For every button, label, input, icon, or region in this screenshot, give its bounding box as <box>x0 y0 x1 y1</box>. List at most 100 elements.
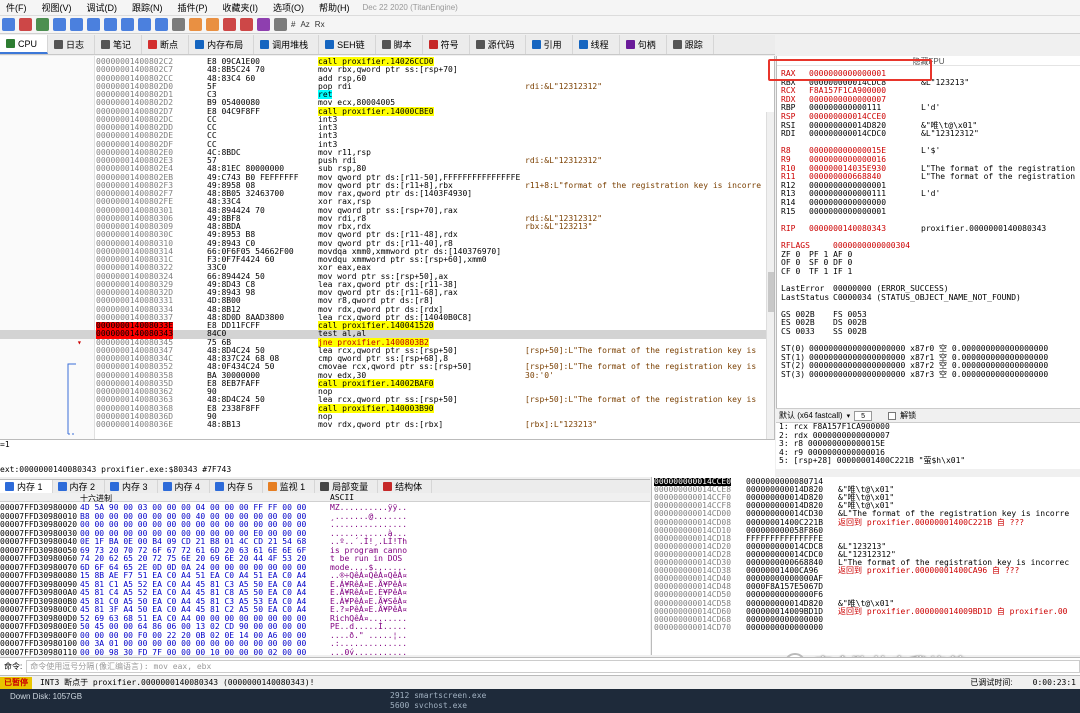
command-input[interactable]: 命令使用逗号分隔(像汇编语言): mov eax, ebx <box>26 660 1080 673</box>
dump-tab-icon <box>5 482 14 491</box>
menu-item[interactable]: 跟踪(N) <box>126 1 172 14</box>
register-row[interactable]: R15 0000000000000001 <box>781 207 921 216</box>
menu-item[interactable]: 选项(O) <box>267 1 313 14</box>
close-icon[interactable] <box>36 18 49 31</box>
toolbar: # Az Rx <box>0 16 1080 34</box>
arg-count-spinner[interactable]: 5 <box>854 410 873 421</box>
cpu-icon <box>6 39 15 48</box>
trace-into-icon[interactable] <box>138 18 151 31</box>
tab-breakpoint[interactable]: 断点 <box>142 35 190 54</box>
tab-notes[interactable]: 笔记 <box>95 35 143 54</box>
run-icon[interactable] <box>53 18 66 31</box>
tab-log[interactable]: 日志 <box>48 35 96 54</box>
step-into-icon[interactable] <box>87 18 100 31</box>
stack-comment: 返回到 proxifier.000000014009BD1D 自 proxifi… <box>838 606 1068 616</box>
register-name: ST(3) <box>781 370 806 379</box>
register-value[interactable]: 0000000140080343 <box>809 224 921 233</box>
register-row[interactable]: RIP 0000000140080343 proxifier.00000001400… <box>781 224 1046 233</box>
unlock-checkbox[interactable] <box>888 411 897 420</box>
dump-tab[interactable]: 内存 5 <box>210 480 263 493</box>
memory-dump-view[interactable]: 十六进制 ASCII 00007FFD30980000 4D 5A 90 00 0… <box>0 493 650 655</box>
register-value[interactable]: 000000000014CDC0 <box>809 129 921 138</box>
dropdown-arrow-icon[interactable]: ▾ <box>847 412 851 420</box>
toolbar-text-button[interactable]: # <box>291 20 295 29</box>
dump-tab[interactable]: 内存 1 <box>0 480 53 493</box>
register-value[interactable]: 00000000000000000000 x87r3 空 0.000000000… <box>809 370 1048 379</box>
tab-call-stack[interactable]: 调用堆栈 <box>254 35 320 54</box>
register-row[interactable]: CF 0 TF 1 IF 1 <box>781 267 921 276</box>
toolbar-text-button[interactable]: Az <box>300 20 309 29</box>
registers-panel[interactable]: 隐藏FPU RAX 0000000000000001 RBX 000000000014… <box>776 56 1080 408</box>
step-over-icon[interactable] <box>104 18 117 31</box>
menu-item[interactable]: 视图(V) <box>36 1 81 14</box>
tab-references[interactable]: 引用 <box>526 35 573 54</box>
info-panel: =1 ext:0000000140080343 proxifier.exe:$8… <box>0 439 775 477</box>
dump-tab-icon <box>215 482 225 491</box>
bookmark-icon[interactable] <box>240 18 253 31</box>
register-row[interactable]: CS 0033 SS 002B <box>781 327 867 336</box>
script-icon <box>381 40 391 49</box>
tab-cpu[interactable]: CPU <box>0 35 49 54</box>
register-name: LastStatus <box>781 292 830 302</box>
register-comment: &L"12312312" <box>921 129 979 139</box>
function-icon[interactable] <box>257 18 270 31</box>
menu-item[interactable]: 插件(P) <box>172 1 217 14</box>
menu-item[interactable]: 调试(D) <box>81 1 127 14</box>
stack-view[interactable]: 000000000014CCE0 0000000000080714 00000000… <box>651 477 1080 655</box>
dump-tab[interactable]: 局部变量 <box>315 480 379 493</box>
restart-icon[interactable] <box>19 18 32 31</box>
dump-tab-icon <box>57 482 67 491</box>
open-icon[interactable] <box>2 18 15 31</box>
tab-memory-map[interactable]: 内存布局 <box>189 35 255 54</box>
trace-over-icon[interactable] <box>155 18 168 31</box>
tab-seh[interactable]: SEH链 <box>319 35 376 54</box>
register-row[interactable]: RDI 000000000014CDC0 &L"12312312" <box>781 129 979 138</box>
tab-trace[interactable]: 跟踪 <box>667 35 714 54</box>
tab-handles[interactable]: 句柄 <box>620 35 667 54</box>
run-to-return-icon[interactable] <box>121 18 134 31</box>
tab-script[interactable]: 脚本 <box>376 35 423 54</box>
execute-till-user-icon[interactable] <box>172 18 185 31</box>
patch-icon[interactable] <box>189 18 202 31</box>
register-value[interactable]: TF 1 IF 1 <box>809 267 921 276</box>
dump-tab[interactable]: 结构体 <box>378 480 433 493</box>
register-value[interactable]: SS 002B <box>833 327 867 336</box>
process-line-1: 2912 smartscreen.exe <box>390 691 487 700</box>
menu-item[interactable]: 帮助(H) <box>313 1 359 14</box>
register-row[interactable]: LastStatus C0000034 (STATUS_OBJECT_NAME_N… <box>781 293 1021 302</box>
stack-address: 000000000014CD70 <box>654 622 732 632</box>
stack-value: 0000000000000000 <box>746 622 824 632</box>
register-name: RIP <box>781 223 796 233</box>
dump-tab[interactable]: 内存 2 <box>53 480 106 493</box>
tab-source[interactable]: 源代码 <box>470 35 526 54</box>
disasm-comment: rdi:&L"12312312" <box>525 156 603 165</box>
register-value[interactable]: C0000034 (STATUS_OBJECT_NAME_NOT_FOUND) <box>833 293 1021 302</box>
dump-tab[interactable]: 内存 4 <box>158 480 211 493</box>
pause-icon[interactable] <box>70 18 83 31</box>
scrollbar-thumb[interactable] <box>768 272 774 312</box>
tab-threads[interactable]: 线程 <box>573 35 620 54</box>
menu-item[interactable]: 件(F) <box>0 1 36 14</box>
register-name: RDI <box>781 129 796 139</box>
comment-icon[interactable] <box>206 18 219 31</box>
tab-symbols[interactable]: 符号 <box>423 35 470 54</box>
menu-item[interactable]: 收藏夹(I) <box>217 1 268 14</box>
disassembly-view[interactable]: 00000001400802C2 E8 09CA1E00 call proxifie… <box>0 56 775 439</box>
dump-tab-label: 结构体 <box>395 482 423 492</box>
calling-convention-select[interactable]: 默认 (x64 fastcall) <box>779 410 843 421</box>
register-value[interactable]: 0000000000000001 <box>809 207 921 216</box>
label-icon[interactable] <box>223 18 236 31</box>
tab-label: 调用堆栈 <box>272 40 309 50</box>
toolbar-text-button[interactable]: Rx <box>315 20 325 29</box>
disasm-row[interactable]: 000000014008036E 48:8B13 mov rdx,qword ptr… <box>0 420 774 429</box>
disasm-comment: [rsp+50]:L"The format of the registratio… <box>525 395 757 405</box>
dump-tab-label: 局部变量 <box>332 482 369 492</box>
register-row[interactable]: ST(3) 00000000000000000000 x87r3 空 0.0000… <box>781 370 1048 379</box>
taskbar-fragment: Down Disk: 1057GB 2912 smartscreen.exe 5… <box>0 689 1080 713</box>
dump-tab[interactable]: 监视 1 <box>263 480 316 493</box>
dump-tab[interactable]: 内存 3 <box>105 480 158 493</box>
debug-time: 0:00:23:1 <box>1032 678 1076 687</box>
script-icon[interactable] <box>274 18 287 31</box>
disassembly-scrollbar[interactable] <box>766 112 774 439</box>
rax-highlight-box <box>768 59 932 81</box>
